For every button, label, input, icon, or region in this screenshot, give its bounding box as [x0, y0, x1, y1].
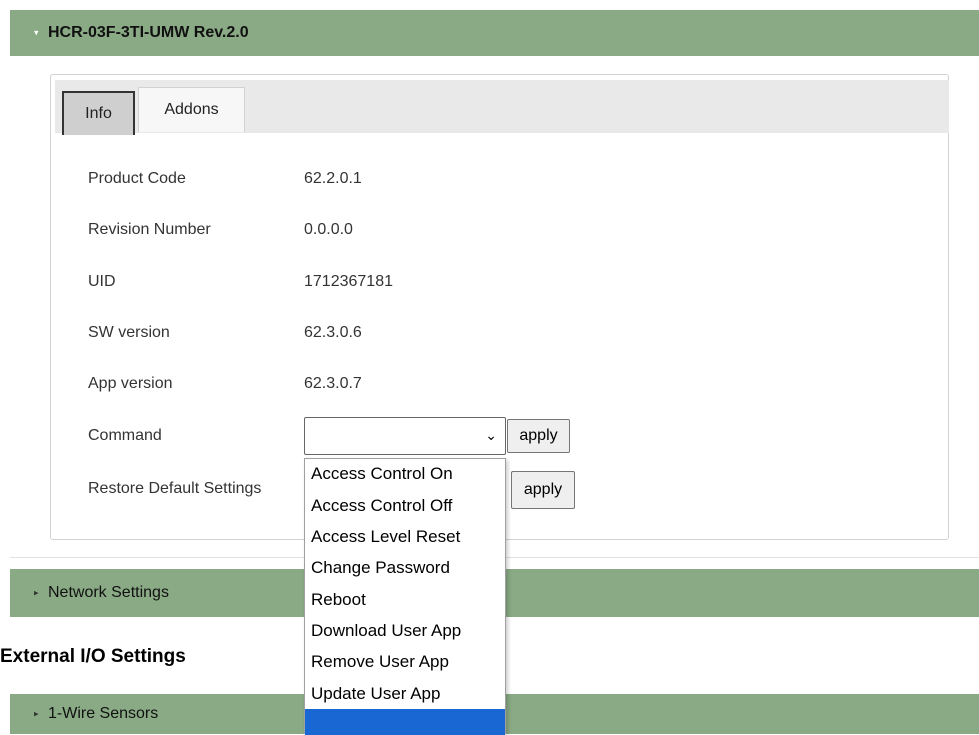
- network-settings-label: Network Settings: [48, 584, 169, 601]
- dropdown-option[interactable]: Change Password: [311, 558, 450, 578]
- app-version-value: 62.3.0.7: [304, 375, 362, 392]
- revision-number-label: Revision Number: [88, 221, 211, 238]
- command-dropdown-list: Access Control On Access Control Off Acc…: [304, 458, 506, 735]
- uid-value: 1712367181: [304, 273, 393, 290]
- tab-addons[interactable]: Addons: [138, 87, 245, 132]
- command-apply-button[interactable]: apply: [507, 419, 570, 453]
- one-wire-sensors-label: 1-Wire Sensors: [48, 705, 159, 722]
- expand-arrow-icon: ▸: [34, 587, 39, 598]
- dropdown-option-highlighted[interactable]: [305, 709, 505, 735]
- uid-label: UID: [88, 273, 116, 290]
- chevron-down-icon: ⌄: [485, 427, 497, 443]
- sw-version-label: SW version: [88, 324, 170, 341]
- dropdown-option[interactable]: Download User App: [311, 621, 461, 641]
- tab-info[interactable]: Info: [62, 91, 135, 135]
- restore-default-label: Restore Default Settings: [88, 480, 262, 497]
- expand-arrow-icon: ▸: [34, 708, 39, 719]
- dropdown-option[interactable]: Remove User App: [311, 652, 449, 672]
- sw-version-value: 62.3.0.6: [304, 324, 362, 341]
- tab-strip: Info Addons: [55, 80, 949, 135]
- revision-number-value: 0.0.0.0: [304, 221, 353, 238]
- dropdown-option[interactable]: Access Control Off: [311, 496, 452, 516]
- device-title: HCR-03F-3TI-UMW Rev.2.0: [48, 24, 249, 41]
- expand-arrow-icon: ▾: [34, 27, 39, 38]
- dropdown-option[interactable]: Update User App: [311, 684, 440, 704]
- command-label: Command: [88, 427, 162, 444]
- dropdown-option[interactable]: Access Level Reset: [311, 527, 460, 547]
- external-io-heading: External I/O Settings: [0, 646, 186, 667]
- dropdown-option[interactable]: Reboot: [311, 590, 366, 610]
- dropdown-option[interactable]: Access Control On: [311, 464, 453, 484]
- device-header-bar[interactable]: ▾ HCR-03F-3TI-UMW Rev.2.0: [10, 10, 979, 56]
- command-select[interactable]: ⌄: [304, 417, 506, 455]
- product-code-value: 62.2.0.1: [304, 170, 362, 187]
- product-code-label: Product Code: [88, 170, 186, 187]
- restore-apply-button[interactable]: apply: [511, 471, 575, 509]
- app-version-label: App version: [88, 375, 173, 392]
